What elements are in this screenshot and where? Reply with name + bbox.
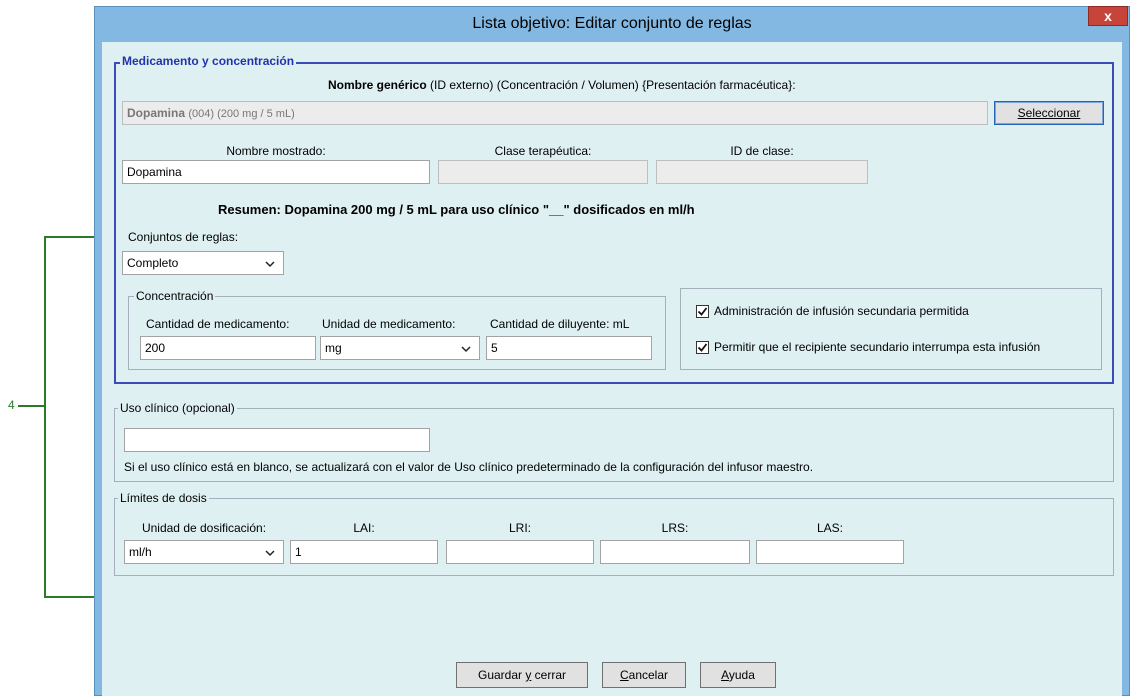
cancel-button[interactable]: Cancelar (602, 662, 686, 688)
lai-input[interactable]: 1 (290, 540, 438, 564)
clinical-use-note: Si el uso clínico está en blanco, se act… (124, 460, 814, 474)
clinical-use-input[interactable] (124, 428, 430, 452)
lri-label: LRI: (508, 521, 531, 535)
class-id-input[interactable] (656, 160, 868, 184)
chevron-down-icon (265, 261, 275, 268)
rule-sets-dropdown[interactable]: Completo (122, 251, 284, 275)
drug-amount-label: Cantidad de medicamento: (146, 317, 290, 331)
close-button[interactable]: x (1088, 6, 1128, 26)
callout-bracket-vertical (44, 236, 46, 598)
generic-name-header: Nombre genérico (ID externo) (Concentrac… (328, 78, 796, 92)
secondary-allowed-checkbox[interactable] (696, 305, 709, 318)
display-name-label: Nombre mostrado: (226, 144, 326, 158)
dose-limits-legend: Límites de dosis (118, 491, 209, 505)
drug-unit-dropdown[interactable]: mg (320, 336, 480, 360)
secondary-infusion-group (680, 288, 1102, 370)
class-id-label: ID de clase: (730, 144, 794, 158)
drug-amount-input[interactable]: 200 (140, 336, 316, 360)
dose-unit-dropdown[interactable]: ml/h (124, 540, 284, 564)
summary-text: Resumen: Dopamina 200 mg / 5 mL para uso… (218, 202, 695, 217)
concentration-legend: Concentración (134, 289, 216, 303)
checkmark-icon (697, 307, 708, 316)
therapeutic-class-label: Clase terapéutica: (494, 144, 592, 158)
therapeutic-class-input[interactable] (438, 160, 648, 184)
window-title: Lista objetivo: Editar conjunto de regla… (472, 15, 752, 32)
callout-leader (18, 405, 44, 407)
clinical-use-legend: Uso clínico (opcional) (118, 401, 237, 415)
las-input[interactable] (756, 540, 904, 564)
display-name-input[interactable]: Dopamina (122, 160, 430, 184)
diluent-label: Cantidad de diluyente: mL (490, 317, 630, 331)
lri-input[interactable] (446, 540, 594, 564)
diluent-input[interactable]: 5 (486, 336, 652, 360)
lai-label: LAI: (353, 521, 375, 535)
secondary-interrupt-checkbox[interactable] (696, 341, 709, 354)
help-button[interactable]: Ayuda (700, 662, 776, 688)
checkmark-icon (697, 343, 708, 352)
generic-name-field[interactable]: Dopamina (004) (200 mg / 5 mL) (122, 101, 988, 125)
rule-sets-label: Conjuntos de reglas: (128, 230, 239, 244)
select-button[interactable]: Seleccionar (994, 101, 1104, 125)
callout-label: 4 (8, 398, 15, 412)
dose-limits-group (114, 498, 1114, 576)
dose-unit-label: Unidad de dosificación: (141, 521, 267, 535)
medication-legend: Medicamento y concentración (120, 54, 297, 68)
secondary-allowed-label: Administración de infusión secundaria pe… (714, 304, 969, 318)
lrs-label: LRS: (661, 521, 689, 535)
lrs-input[interactable] (600, 540, 750, 564)
drug-unit-label: Unidad de medicamento: (322, 317, 456, 331)
secondary-interrupt-label: Permitir que el recipiente secundario in… (714, 340, 1041, 354)
chevron-down-icon (265, 550, 275, 557)
las-label: LAS: (816, 521, 843, 535)
save-and-close-button[interactable]: Guardar y cerrar (456, 662, 588, 688)
chevron-down-icon (461, 346, 471, 353)
